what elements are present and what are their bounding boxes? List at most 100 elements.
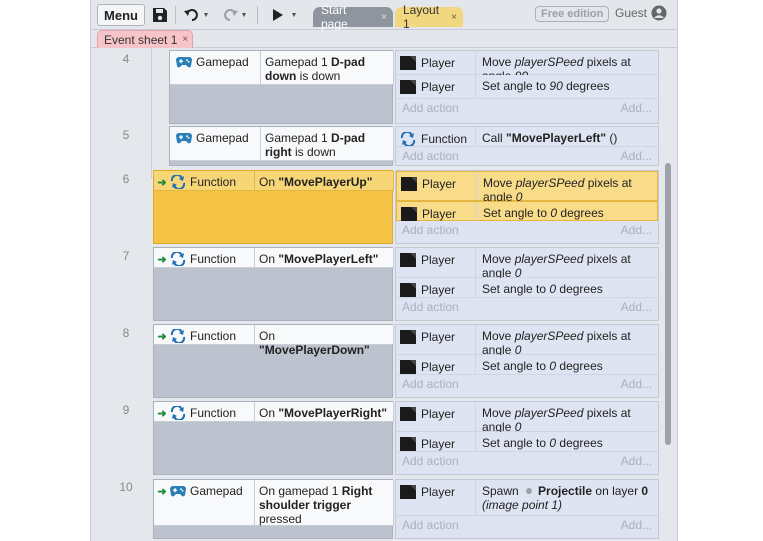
undo-dropdown-icon[interactable]: ▼ [201,4,211,26]
condition-row[interactable]: Gamepad Gamepad 1 D-pad right is down [170,127,394,161]
close-icon[interactable]: × [182,34,188,45]
add-action-link[interactable]: Add action [402,454,459,468]
action-object[interactable]: Player [396,355,476,374]
user-name[interactable]: Guest [615,6,647,20]
user-avatar-icon[interactable] [651,5,667,21]
conditions-column[interactable]: ➜ Function On "MovePlayerRight" [153,401,394,475]
condition-row[interactable]: ➜ Function On "MovePlayerLeft" [154,248,394,268]
actions-column[interactable]: Player Move playerSPeed pixels at angle 0… [395,247,659,321]
menu-button[interactable]: Menu [97,4,145,26]
tab-layout-1[interactable]: Layout 1 × [395,3,463,31]
action-text[interactable]: Spawn Projectile on layer 0 (image point … [476,480,658,515]
action-text[interactable]: Move playerSPeed pixels at angle 0 [476,248,658,280]
preview-button[interactable] [269,4,287,26]
action-object[interactable]: Player [396,480,476,515]
add-more-link[interactable]: Add... [621,454,652,468]
add-action-link[interactable]: Add action [402,377,459,391]
add-action-row[interactable]: Add action Add... [396,221,658,239]
conditions-column[interactable]: ➜ Gamepad On gamepad 1 Right shoulder trig… [153,479,394,539]
event-block[interactable]: ➜ Function On "MovePlayerLeft" Player Move p… [153,247,659,321]
undo-button[interactable] [183,4,201,26]
conditions-column[interactable]: Gamepad Gamepad 1 D-pad right is down [169,126,394,166]
condition-object[interactable]: Function [170,325,252,344]
add-action-link[interactable]: Add action [402,518,459,532]
tab-start-page[interactable]: Start page × [313,3,393,31]
add-more-link[interactable]: Add... [621,101,652,115]
conditions-column[interactable]: ➜ Function On "MovePlayerDown" [153,324,394,398]
conditions-column[interactable]: Gamepad Gamepad 1 D-pad down is down [169,50,394,124]
add-action-link[interactable]: Add action [402,101,459,115]
action-row[interactable]: Player Set angle to 0 degrees [396,278,658,298]
conditions-column[interactable]: ➜ Function On "MovePlayerLeft" [153,247,394,321]
action-row[interactable]: Player Move playerSPeed pixels at angle 0 [396,171,658,204]
condition-text[interactable]: On "MovePlayerLeft" [254,248,393,267]
action-text[interactable]: Set angle to 0 degrees [476,432,658,451]
actions-column[interactable]: Player Spawn Projectile on layer 0 (image … [395,479,659,539]
action-row[interactable]: Player Set angle to 90 degrees [396,75,658,99]
scrollbar-thumb[interactable] [665,163,671,445]
preview-dropdown-icon[interactable]: ▼ [289,4,299,26]
action-object[interactable]: Player [397,202,477,221]
condition-text[interactable]: On "MovePlayerUp" [254,171,393,190]
condition-row[interactable]: Gamepad Gamepad 1 D-pad down is down [170,51,394,85]
event-block[interactable]: ➜ Gamepad On gamepad 1 Right shoulder trig… [153,479,659,539]
action-row[interactable]: Player Move playerSPeed pixels at angle 9… [396,51,658,83]
add-more-link[interactable]: Add... [621,149,652,163]
event-block[interactable]: ➜ Function On "MovePlayerUp" Player Move pla… [153,170,659,244]
action-row[interactable]: Player Move playerSPeed pixels at angle 0 [396,402,658,434]
action-object[interactable]: Player [396,51,476,74]
event-block[interactable]: ➜ Function On "MovePlayerRight" Player Move … [153,401,659,475]
action-row[interactable]: Function Call "MovePlayerLeft" () [396,127,658,147]
event-block[interactable]: ➜ Function On "MovePlayerDown" Player Move p… [153,324,659,398]
event-sheet[interactable]: 4 Gamepad Gamepad 1 D-pad down is down Play… [91,48,677,541]
action-object[interactable]: Player [396,325,476,354]
action-object[interactable]: Player [396,402,476,431]
add-more-link[interactable]: Add... [621,223,652,237]
add-more-link[interactable]: Add... [621,518,652,532]
actions-column[interactable]: Player Move playerSPeed pixels at angle 0… [395,401,659,475]
condition-text[interactable]: On "MovePlayerRight" [254,402,393,421]
actions-column[interactable]: Player Move playerSPeed pixels at angle 0… [395,324,659,398]
add-action-link[interactable]: Add action [402,149,459,163]
action-object[interactable]: Player [396,278,476,297]
add-action-row[interactable]: Add action Add... [396,452,658,470]
tab-event-sheet-1[interactable]: Event sheet 1 × [97,30,193,48]
save-button[interactable] [149,4,171,26]
conditions-column[interactable]: ➜ Function On "MovePlayerUp" [153,170,394,244]
free-edition-badge[interactable]: Free edition [535,6,610,22]
actions-column[interactable]: Player Move playerSPeed pixels at angle 0… [395,170,659,244]
condition-object[interactable]: Gamepad [176,127,258,160]
add-action-row[interactable]: Add action Add... [396,99,658,117]
action-text[interactable]: Move playerSPeed pixels at angle 0 [476,402,658,434]
redo-button[interactable] [221,4,239,26]
event-block[interactable]: Gamepad Gamepad 1 D-pad right is down Func… [169,126,659,166]
event-block[interactable]: Gamepad Gamepad 1 D-pad down is down Playe… [169,50,659,124]
close-icon[interactable]: × [451,12,457,23]
action-object[interactable]: Function [396,127,476,146]
condition-text[interactable]: Gamepad 1 D-pad right is down [260,127,393,160]
actions-column[interactable]: Function Call "MovePlayerLeft" () Add acti… [395,126,659,166]
add-more-link[interactable]: Add... [621,377,652,391]
condition-object[interactable]: Function [170,248,252,267]
action-text[interactable]: Move playerSPeed pixels at angle 90 [476,51,658,83]
action-object[interactable]: Player [396,432,476,451]
condition-row[interactable]: ➜ Function On "MovePlayerUp" [154,171,394,191]
action-object[interactable]: Player [396,248,476,277]
action-text[interactable]: Move playerSPeed pixels at angle 0 [476,325,658,357]
add-more-link[interactable]: Add... [621,300,652,314]
action-row[interactable]: Player Move playerSPeed pixels at angle 0 [396,248,658,280]
condition-text[interactable]: Gamepad 1 D-pad down is down [260,51,393,84]
condition-text[interactable]: On "MovePlayerDown" [254,325,393,357]
add-action-link[interactable]: Add action [402,223,459,237]
add-action-row[interactable]: Add action Add... [396,147,658,165]
action-text[interactable]: Set angle to 90 degrees [476,75,658,98]
condition-row[interactable]: ➜ Function On "MovePlayerRight" [154,402,394,422]
action-row[interactable]: Player Move playerSPeed pixels at angle 0 [396,325,658,357]
action-object[interactable]: Player [397,172,477,200]
condition-object[interactable]: Gamepad [176,51,258,84]
add-action-row[interactable]: Add action Add... [396,375,658,393]
close-icon[interactable]: × [381,12,387,23]
add-action-row[interactable]: Add action Add... [396,298,658,316]
add-action-link[interactable]: Add action [402,300,459,314]
condition-text[interactable]: On gamepad 1 Right shoulder trigger pres… [254,480,393,526]
